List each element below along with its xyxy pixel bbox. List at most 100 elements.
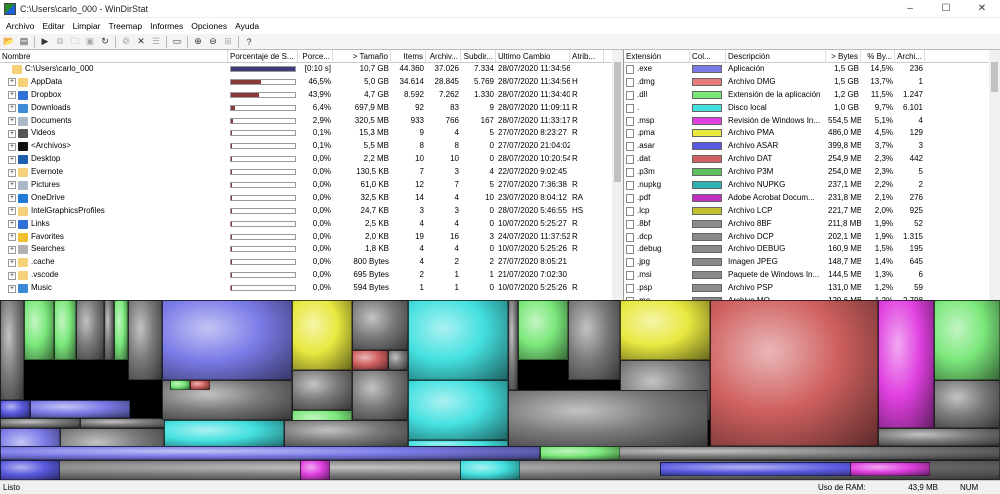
expand-icon[interactable]: + bbox=[8, 181, 16, 190]
treemap-block[interactable] bbox=[710, 300, 878, 446]
trash-icon[interactable]: ♲ bbox=[119, 35, 133, 48]
table-row[interactable]: . Disco local 1,0 GB 9,7% 6.101 bbox=[624, 102, 1000, 115]
expand-icon[interactable]: + bbox=[8, 271, 16, 280]
table-row[interactable]: .pdf Adobe Acrobat Docum... 231,8 MB 2,1% 27… bbox=[624, 192, 1000, 205]
table-row[interactable]: + IntelGraphicsProfiles 0,0% 24,7 KB 3 3 0 28/0… bbox=[0, 205, 623, 218]
expand-icon[interactable]: + bbox=[8, 233, 16, 242]
table-row[interactable]: + Documents 2,9% 320,5 MB 933 766 167 28/07/202… bbox=[0, 115, 623, 128]
expand-icon[interactable]: + bbox=[8, 284, 16, 293]
menu-opciones[interactable]: Opciones bbox=[187, 21, 231, 31]
treemap-block[interactable] bbox=[292, 300, 352, 370]
table-row[interactable]: + .cache 0,0% 800 Bytes 4 2 2 27/07/2020 8:05:2… bbox=[0, 256, 623, 269]
column-header[interactable]: > Tamaño bbox=[333, 50, 391, 62]
column-header[interactable]: Items bbox=[391, 50, 426, 62]
table-row[interactable]: + Evernote 0,0% 130,5 KB 7 3 4 22/07/2020 9:02:… bbox=[0, 166, 623, 179]
table-row[interactable]: + Favorites 0,0% 2,0 KB 19 16 3 24/07/2020 11:3… bbox=[0, 231, 623, 244]
table-row[interactable]: .msi Paquete de Windows In... 144,5 MB 1,3%… bbox=[624, 269, 1000, 282]
zoom-in-icon[interactable]: ⊕ bbox=[191, 35, 205, 48]
treemap-block[interactable] bbox=[24, 300, 54, 360]
table-row[interactable]: .lcp Archivo LCP 221,7 MB 2,0% 925 bbox=[624, 205, 1000, 218]
column-header[interactable]: Subdir... bbox=[461, 50, 496, 62]
open-folder-icon[interactable]: 📂 bbox=[2, 35, 16, 48]
table-row[interactable]: + Links 0,0% 2,5 KB 4 4 0 10/07/2020 5:25:27 R bbox=[0, 218, 623, 231]
column-header[interactable]: Descripción bbox=[726, 50, 826, 62]
treemap-block[interactable] bbox=[292, 370, 352, 410]
treemap-block[interactable] bbox=[508, 390, 708, 448]
column-header[interactable]: Col... bbox=[690, 50, 726, 62]
table-row[interactable]: + Downloads 6,4% 697,9 MB 92 83 9 28/07/2020 11… bbox=[0, 102, 623, 115]
refresh-icon[interactable]: ↻ bbox=[98, 35, 112, 48]
expand-icon[interactable]: + bbox=[8, 91, 16, 100]
extension-list-scrollbar[interactable] bbox=[989, 50, 1000, 300]
treemap-block[interactable] bbox=[352, 350, 388, 370]
treemap-block[interactable] bbox=[30, 400, 130, 418]
table-row[interactable]: + OneDrive 0,0% 32,5 KB 14 4 10 23/07/2020 8:04… bbox=[0, 192, 623, 205]
treemap-block[interactable] bbox=[80, 418, 170, 428]
table-row[interactable]: + Music 0,0% 594 Bytes 1 1 0 10/07/2020 5:25:26… bbox=[0, 282, 623, 295]
close-button[interactable]: ✕ bbox=[964, 0, 1000, 18]
directory-list-scrollbar[interactable] bbox=[612, 50, 623, 300]
expand-icon[interactable]: + bbox=[8, 220, 16, 229]
treemap-block[interactable] bbox=[0, 300, 24, 400]
table-row[interactable]: .p3m Archivo P3M 254,0 MB 2,3% 5 bbox=[624, 166, 1000, 179]
treemap-block[interactable] bbox=[170, 380, 190, 390]
treemap-block[interactable] bbox=[388, 350, 408, 370]
table-row[interactable]: + .vscode 0,0% 695 Bytes 2 1 1 21/07/2020 7:02:… bbox=[0, 269, 623, 282]
expand-icon[interactable]: + bbox=[8, 104, 16, 113]
table-row[interactable]: + <Archivos> 0,1% 5,5 MB 8 8 0 27/07/2020 21:04… bbox=[0, 140, 623, 153]
column-header[interactable]: Porcentaje de S... bbox=[228, 50, 298, 62]
treemap-block[interactable] bbox=[0, 460, 60, 480]
column-header[interactable]: Archi... bbox=[895, 50, 925, 62]
treemap-block[interactable] bbox=[850, 462, 930, 476]
treemap-block[interactable] bbox=[114, 300, 128, 360]
column-header[interactable]: Porce... bbox=[298, 50, 333, 62]
expand-icon[interactable]: + bbox=[8, 258, 16, 267]
treemap-block[interactable] bbox=[508, 300, 518, 390]
menu-treemap[interactable]: Treemap bbox=[104, 21, 146, 31]
table-row[interactable]: .asar Archivo ASAR 399,8 MB 3,7% 3 bbox=[624, 140, 1000, 153]
column-header[interactable]: % By... bbox=[861, 50, 895, 62]
table-row[interactable]: C:\Users\carlo_000 [0:10 s] 10,7 GB 44.360 3… bbox=[0, 63, 623, 76]
column-header[interactable]: Nombre bbox=[0, 50, 228, 62]
menu-informes[interactable]: Informes bbox=[146, 21, 187, 31]
expand-icon[interactable]: + bbox=[8, 117, 16, 125]
table-row[interactable]: + Searches 0,0% 1,8 KB 4 4 0 10/07/2020 5:25:26… bbox=[0, 243, 623, 256]
table-row[interactable]: + Dropbox 43,9% 4,7 GB 8.592 7.262 1.330 28/07/… bbox=[0, 89, 623, 102]
treemap-block[interactable] bbox=[568, 300, 620, 380]
treemap-block[interactable] bbox=[460, 460, 520, 480]
treemap-block[interactable] bbox=[518, 300, 568, 360]
expand-icon[interactable]: + bbox=[8, 155, 16, 164]
table-row[interactable]: .debug Archivo DEBUG 160,9 MB 1,5% 195 bbox=[624, 243, 1000, 256]
treemap-block[interactable] bbox=[878, 300, 934, 428]
table-row[interactable]: + Desktop 0,0% 2,2 MB 10 10 0 28/07/2020 10:20:… bbox=[0, 153, 623, 166]
expand-icon[interactable]: + bbox=[8, 168, 16, 177]
column-header[interactable]: Archiv... bbox=[426, 50, 461, 62]
table-row[interactable]: + Pictures 0,0% 61,0 KB 12 7 5 27/07/2020 7:36:… bbox=[0, 179, 623, 192]
minimize-button[interactable]: – bbox=[892, 0, 928, 18]
treemap-block[interactable] bbox=[934, 380, 1000, 428]
treemap-block[interactable] bbox=[190, 380, 210, 390]
treemap-block[interactable] bbox=[408, 300, 508, 380]
play-icon[interactable]: ▶ bbox=[38, 35, 52, 48]
expand-icon[interactable]: + bbox=[8, 142, 16, 151]
treemap-block[interactable] bbox=[0, 400, 30, 418]
select-parent-icon[interactable]: ▭ bbox=[170, 35, 184, 48]
table-row[interactable]: .dcp Archivo DCP 202,1 MB 1,9% 1.315 bbox=[624, 231, 1000, 244]
table-row[interactable]: .pma Archivo PMA 486,0 MB 4,5% 129 bbox=[624, 127, 1000, 140]
save-icon[interactable]: ▤ bbox=[17, 35, 31, 48]
treemap-block[interactable] bbox=[620, 300, 710, 360]
maximize-button[interactable]: ☐ bbox=[928, 0, 964, 18]
table-row[interactable]: .8bf Archivo 8BF 211,8 MB 1,9% 52 bbox=[624, 218, 1000, 231]
treemap-block[interactable] bbox=[164, 420, 284, 448]
table-row[interactable]: .dmg Archivo DMG 1,5 GB 13,7% 1 bbox=[624, 76, 1000, 89]
collapse-icon[interactable] bbox=[2, 65, 10, 73]
treemap-block[interactable] bbox=[352, 300, 408, 350]
menu-archivo[interactable]: Archivo bbox=[2, 21, 38, 31]
expand-icon[interactable]: + bbox=[8, 194, 16, 203]
menu-limpiar[interactable]: Limpiar bbox=[69, 21, 105, 31]
table-row[interactable]: .nupkg Archivo NUPKG 237,1 MB 2,2% 2 bbox=[624, 179, 1000, 192]
help-icon[interactable]: ? bbox=[242, 35, 256, 48]
column-header[interactable]: > Bytes bbox=[826, 50, 861, 62]
table-row[interactable]: .dat Archivo DAT 254,9 MB 2,3% 442 bbox=[624, 153, 1000, 166]
expand-icon[interactable]: + bbox=[8, 129, 16, 138]
